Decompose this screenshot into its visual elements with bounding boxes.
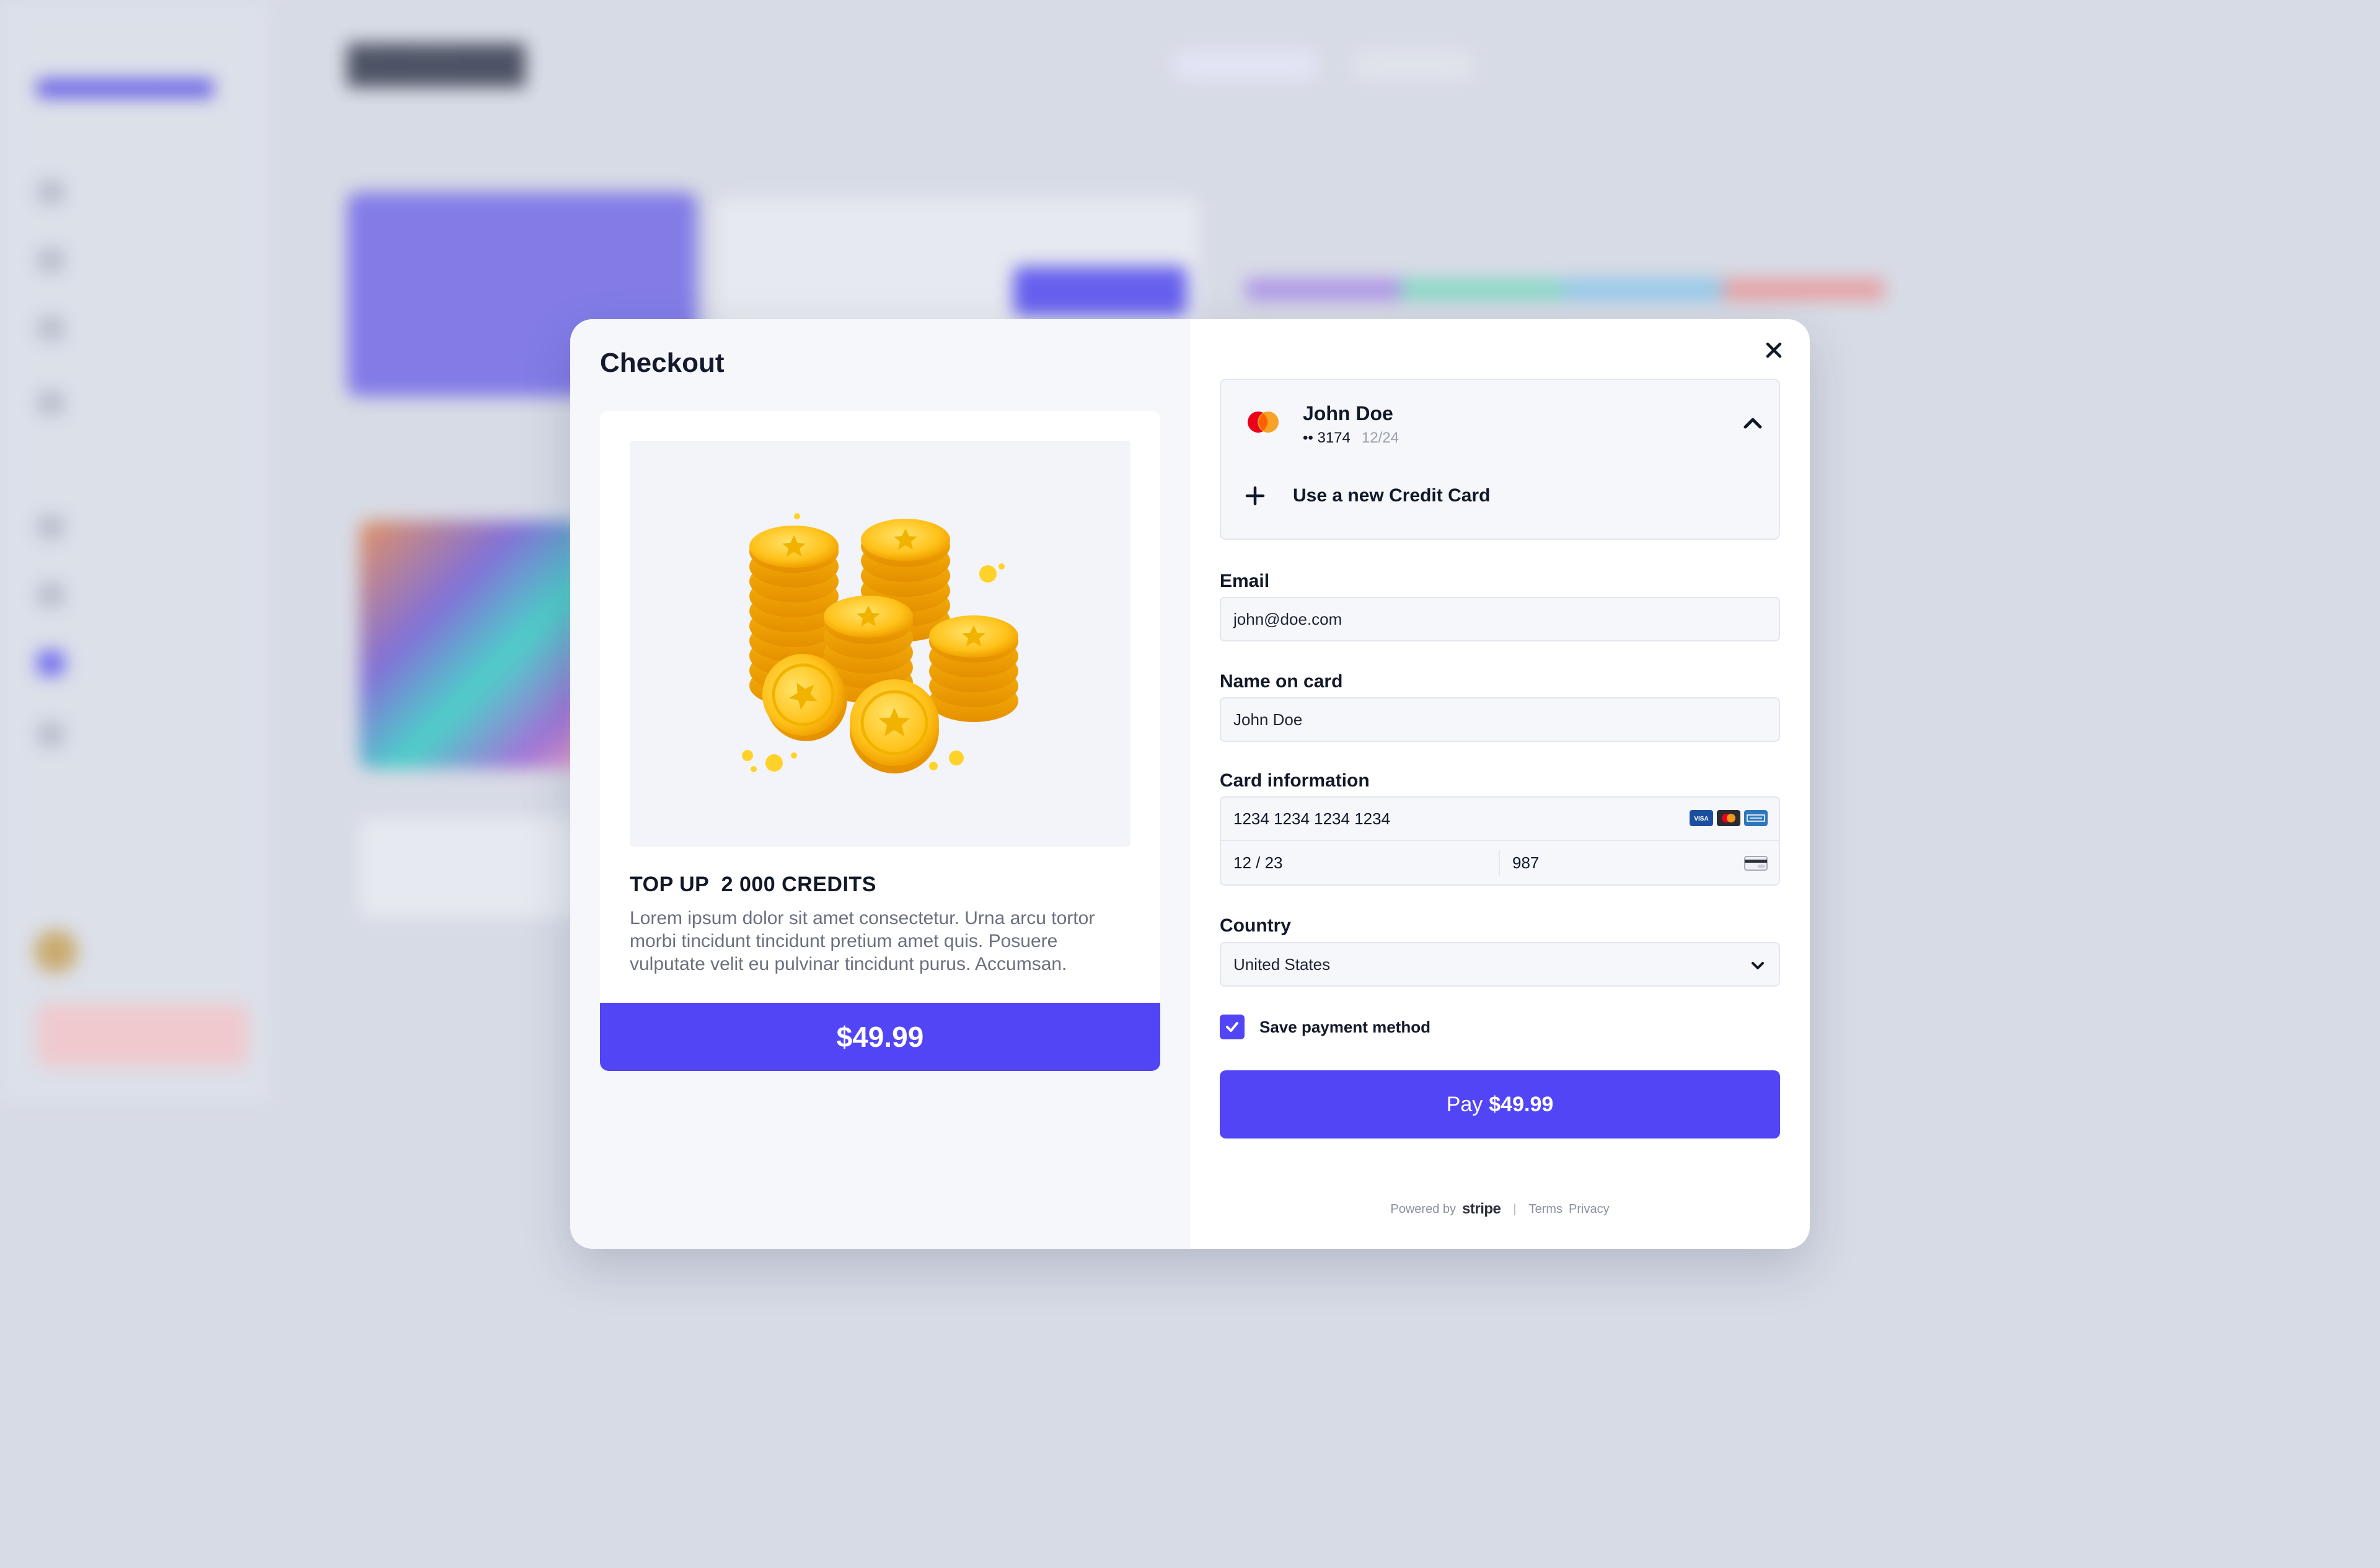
card-information-label: Card information [1220, 770, 1370, 791]
name-on-card-field[interactable]: John Doe [1220, 697, 1780, 742]
email-field[interactable]: john@doe.com [1220, 597, 1780, 641]
product-image [630, 441, 1130, 847]
background-bar [1723, 279, 1884, 300]
country-label: Country [1220, 915, 1291, 936]
checkout-title: Checkout [600, 348, 725, 378]
amex-icon [1744, 810, 1768, 826]
background-bar [1562, 279, 1723, 300]
product-description: Lorem ipsum dolor sit amet consectetur. … [630, 908, 1095, 974]
background-pill [1171, 50, 1320, 81]
chevron-down-icon [1752, 962, 1764, 969]
plus-icon [1245, 486, 1265, 506]
pay-button-amount: $49.99 [1489, 1092, 1554, 1116]
background-nav-item [37, 514, 236, 539]
card-expiry-field[interactable]: 12 / 23 [1233, 853, 1283, 873]
background-nav-item [37, 583, 236, 607]
mastercard-icon [1717, 810, 1740, 826]
name-on-card-label: Name on card [1220, 671, 1343, 692]
background-nav-item [37, 180, 236, 205]
card-number-field[interactable]: 1234 1234 1234 1234 VISA [1221, 798, 1779, 841]
mastercard-icon [1248, 412, 1279, 433]
checkout-modal: Checkout TOP UP 2 000 CREDITS Lorem ipsu… [570, 319, 1810, 1249]
privacy-link[interactable]: Privacy [1569, 1202, 1610, 1217]
product-summary-panel: Checkout TOP UP 2 000 CREDITS Lorem ipsu… [570, 319, 1190, 1249]
accepted-card-brands: VISA [1690, 810, 1768, 826]
card-cvc-field[interactable]: 987 [1512, 853, 1539, 873]
close-icon [1766, 342, 1782, 358]
background-bar [1246, 279, 1401, 300]
background-avatar [34, 930, 77, 973]
background-nav-item-active [37, 651, 236, 676]
chevron-up-icon[interactable] [1739, 410, 1766, 437]
saved-card-holder: John Doe [1303, 402, 1393, 425]
background-sidebar: ▬▬▬ [0, 0, 273, 1103]
background-nav-item [37, 722, 236, 747]
saved-card-details: •• 3174 12/24 [1303, 429, 1399, 447]
pay-button-label: Pay [1446, 1092, 1483, 1116]
background-thumbnail-card [359, 818, 583, 917]
background-title: ███████ [347, 44, 526, 84]
check-icon [1226, 1022, 1238, 1032]
background-logo: ▬▬▬ [37, 44, 213, 110]
background-nav-item [37, 316, 236, 341]
background-logout [37, 1004, 248, 1066]
save-payment-method-label: Save payment method [1259, 1017, 1430, 1036]
svg-text:VISA: VISA [1694, 816, 1708, 822]
payment-form-panel: John Doe •• 3174 12/24 Use a new Credit C… [1190, 319, 1810, 1249]
save-payment-method-checkbox[interactable]: Save payment method [1220, 1015, 1430, 1039]
card-field-divider [1499, 851, 1500, 876]
saved-card-selector[interactable]: John Doe •• 3174 12/24 Use a new Credit C… [1220, 379, 1780, 540]
gold-coins-icon [742, 513, 1018, 773]
country-value: United States [1233, 954, 1331, 974]
product-title: TOP UP 2 000 CREDITS [630, 873, 876, 896]
background-thumbnail [359, 521, 583, 769]
background-bar [1401, 279, 1562, 300]
card-number-value: 1234 1234 1234 1234 [1233, 809, 1391, 828]
use-new-card-label: Use a new Credit Card [1293, 485, 1491, 506]
card-information-group: 1234 1234 1234 1234 VISA 12 / 23 987 [1220, 796, 1780, 886]
background-nav-item [37, 248, 236, 273]
saved-card-last4: •• 3174 [1303, 429, 1351, 446]
country-select[interactable]: United States [1220, 942, 1780, 987]
product-card: TOP UP 2 000 CREDITS Lorem ipsum dolor s… [600, 411, 1160, 1071]
use-new-card-option[interactable]: Use a new Credit Card [1245, 485, 1490, 506]
visa-icon: VISA [1690, 810, 1713, 826]
background-button [1013, 266, 1187, 316]
cvc-card-icon [1744, 856, 1768, 871]
saved-card-expiry: 12/24 [1361, 429, 1399, 446]
terms-link[interactable]: Terms [1529, 1202, 1562, 1217]
checkbox-checked[interactable] [1220, 1015, 1245, 1039]
card-expiry-cvc-row: 12 / 23 987 [1221, 841, 1779, 886]
product-price: $49.99 [600, 1003, 1160, 1071]
powered-by-text: Powered by [1390, 1202, 1457, 1216]
footer-separator: | [1513, 1202, 1517, 1216]
email-label: Email [1220, 571, 1270, 591]
payment-footer: Powered by stripe | Terms Privacy [1190, 1200, 1810, 1218]
stripe-logo: stripe [1462, 1200, 1501, 1217]
background-pill [1351, 50, 1475, 81]
pay-button[interactable]: Pay $49.99 [1220, 1070, 1780, 1139]
close-button[interactable] [1756, 333, 1791, 368]
background-nav-item [37, 390, 236, 415]
